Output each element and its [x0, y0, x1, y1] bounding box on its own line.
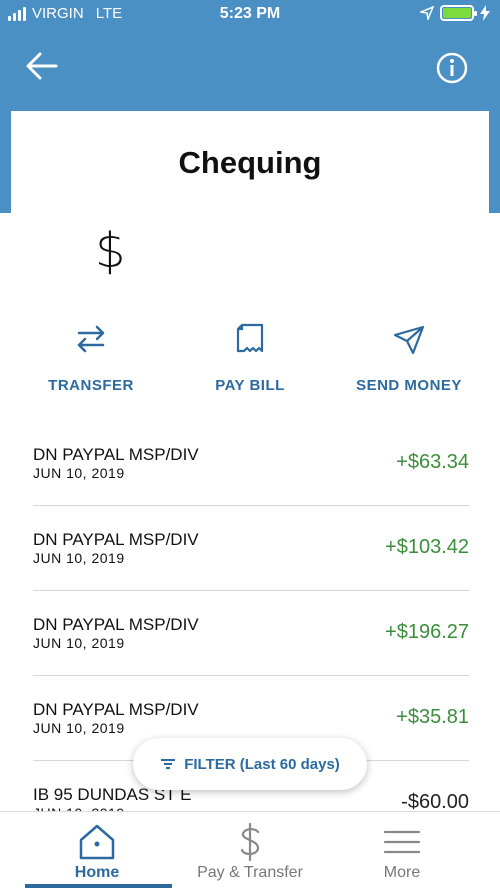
tab-pay-transfer[interactable]: Pay & Transfer — [175, 812, 325, 889]
transfer-icon — [77, 325, 105, 353]
status-right — [420, 5, 490, 21]
quick-actions: TRANSFER PAY BILL SEND MONEY — [11, 321, 489, 401]
filter-icon — [161, 759, 176, 769]
transaction-description: DN PAYPAL MSP/DIV — [33, 445, 199, 464]
back-button[interactable] — [24, 50, 60, 82]
send-icon — [393, 325, 425, 355]
transaction-description: DN PAYPAL MSP/DIV — [33, 530, 199, 549]
battery-icon — [440, 5, 477, 21]
transaction-amount: +$196.27 — [385, 621, 469, 643]
info-icon — [436, 52, 468, 84]
filter-button[interactable]: FILTER (Last 60 days) — [133, 738, 367, 790]
tab-more-label: More — [383, 864, 421, 881]
filter-label: FILTER (Last 60 days) — [184, 755, 340, 773]
pay-bill-label: PAY BILL — [215, 377, 285, 394]
send-money-label: SEND MONEY — [356, 377, 462, 394]
tab-more[interactable]: More — [327, 812, 477, 889]
transaction-date: JUN 10, 2019 — [33, 550, 125, 566]
send-money-button[interactable]: SEND MONEY — [329, 321, 489, 394]
transaction-row[interactable]: DN PAYPAL MSP/DIV JUN 10, 2019 +$63.34 — [33, 421, 469, 506]
transaction-date: JUN 10, 2019 — [33, 635, 125, 651]
tab-home[interactable]: Home — [22, 812, 172, 889]
pay-bill-button[interactable]: PAY BILL — [170, 321, 330, 394]
account-card: Chequing $ TRANSFER PAY BILL SEND MONEY … — [11, 111, 489, 821]
tab-home-label: Home — [74, 864, 120, 881]
transaction-date: JUN 10, 2019 — [33, 720, 125, 736]
transaction-amount: +$103.42 — [385, 536, 469, 558]
status-bar: VIRGIN LTE 5:23 PM — [0, 0, 500, 30]
arrow-left-icon — [26, 52, 58, 80]
info-button[interactable] — [436, 52, 468, 84]
menu-icon — [383, 830, 421, 854]
tab-bar: Home Pay & Transfer More — [0, 811, 500, 889]
location-icon — [420, 6, 434, 20]
transaction-amount: +$35.81 — [396, 706, 469, 728]
transaction-row[interactable]: DN PAYPAL MSP/DIV JUN 10, 2019 +$103.42 — [33, 506, 469, 591]
tab-pay-transfer-label: Pay & Transfer — [197, 864, 303, 881]
home-icon — [79, 824, 115, 860]
page-title: Chequing — [178, 145, 322, 180]
transaction-description: DN PAYPAL MSP/DIV — [33, 615, 199, 634]
transaction-row[interactable]: DN PAYPAL MSP/DIV JUN 10, 2019 +$196.27 — [33, 591, 469, 676]
charging-icon — [480, 5, 490, 21]
active-tab-indicator — [25, 884, 172, 888]
transaction-description: DN PAYPAL MSP/DIV — [33, 700, 199, 719]
account-balance: $ — [95, 223, 126, 279]
bill-icon — [236, 323, 264, 353]
transaction-amount: +$63.34 — [396, 451, 469, 473]
transaction-date: JUN 10, 2019 — [33, 465, 125, 481]
dollar-icon — [240, 822, 260, 862]
transfer-button[interactable]: TRANSFER — [11, 321, 171, 394]
transfer-label: TRANSFER — [48, 377, 134, 394]
